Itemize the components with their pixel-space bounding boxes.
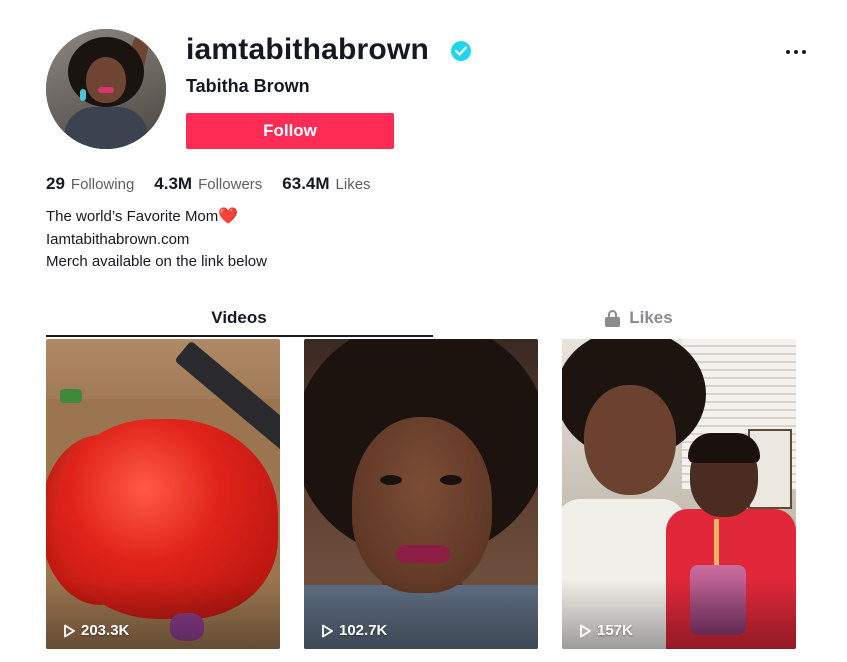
- bio-line-3: Merch available on the link below: [46, 253, 267, 270]
- stat-followers-label: Followers: [198, 176, 263, 193]
- video-views-2: 102.7K: [320, 622, 387, 639]
- more-options-icon[interactable]: [782, 40, 810, 64]
- profile-display-name: Tabitha Brown: [186, 76, 310, 96]
- bio-text-1: The world’s Favorite Mom: [46, 208, 219, 225]
- stat-likes-count: 63.4M: [282, 174, 330, 193]
- video-thumbnail-1[interactable]: 203.3K: [46, 339, 280, 649]
- profile-stats: 29 Following 4.3M Followers 63.4M Likes: [46, 174, 391, 194]
- video-views-count: 203.3K: [81, 622, 130, 639]
- bio-line-1: The world’s Favorite Mom❤️: [46, 206, 267, 229]
- profile-username: iamtabithabrown: [186, 33, 430, 66]
- profile-avatar[interactable]: [46, 29, 166, 149]
- play-icon: [580, 624, 591, 637]
- video-views-count: 102.7K: [339, 622, 388, 639]
- stat-following-label: Following: [70, 176, 135, 193]
- stat-following[interactable]: 29 Following: [46, 174, 134, 194]
- verified-badge-icon: [451, 41, 471, 61]
- tab-likes[interactable]: Likes: [446, 300, 832, 336]
- play-icon: [64, 624, 75, 637]
- lock-icon: [605, 309, 621, 327]
- tab-videos[interactable]: Videos: [46, 300, 432, 336]
- video-thumbnail-2[interactable]: 102.7K: [304, 339, 538, 649]
- video-views-count: 157K: [597, 622, 633, 639]
- tab-videos-label: Videos: [211, 308, 267, 327]
- video-views-1: 203.3K: [62, 622, 129, 639]
- profile-page: iamtabithabrown Tabitha Brown Follow 29 …: [0, 0, 847, 662]
- stat-followers[interactable]: 4.3M Followers: [154, 174, 262, 194]
- bio-link[interactable]: Iamtabithabrown.com: [46, 229, 267, 252]
- play-icon: [322, 624, 333, 637]
- stat-likes-label: Likes: [335, 176, 371, 193]
- active-tab-indicator: [46, 335, 433, 337]
- follow-button[interactable]: Follow: [186, 113, 394, 149]
- stat-likes: 63.4M Likes: [282, 174, 370, 194]
- heart-emoji-icon: ❤️: [218, 208, 239, 225]
- stat-followers-count: 4.3M: [154, 174, 193, 193]
- profile-bio: The world’s Favorite Mom❤️ Iamtabithabro…: [46, 206, 267, 274]
- tab-likes-label: Likes: [629, 308, 673, 327]
- stat-following-count: 29: [46, 174, 65, 193]
- profile-tabs: Videos Likes: [46, 300, 796, 338]
- video-views-3: 157K: [578, 622, 633, 639]
- video-thumbnail-3[interactable]: 157K: [562, 339, 796, 649]
